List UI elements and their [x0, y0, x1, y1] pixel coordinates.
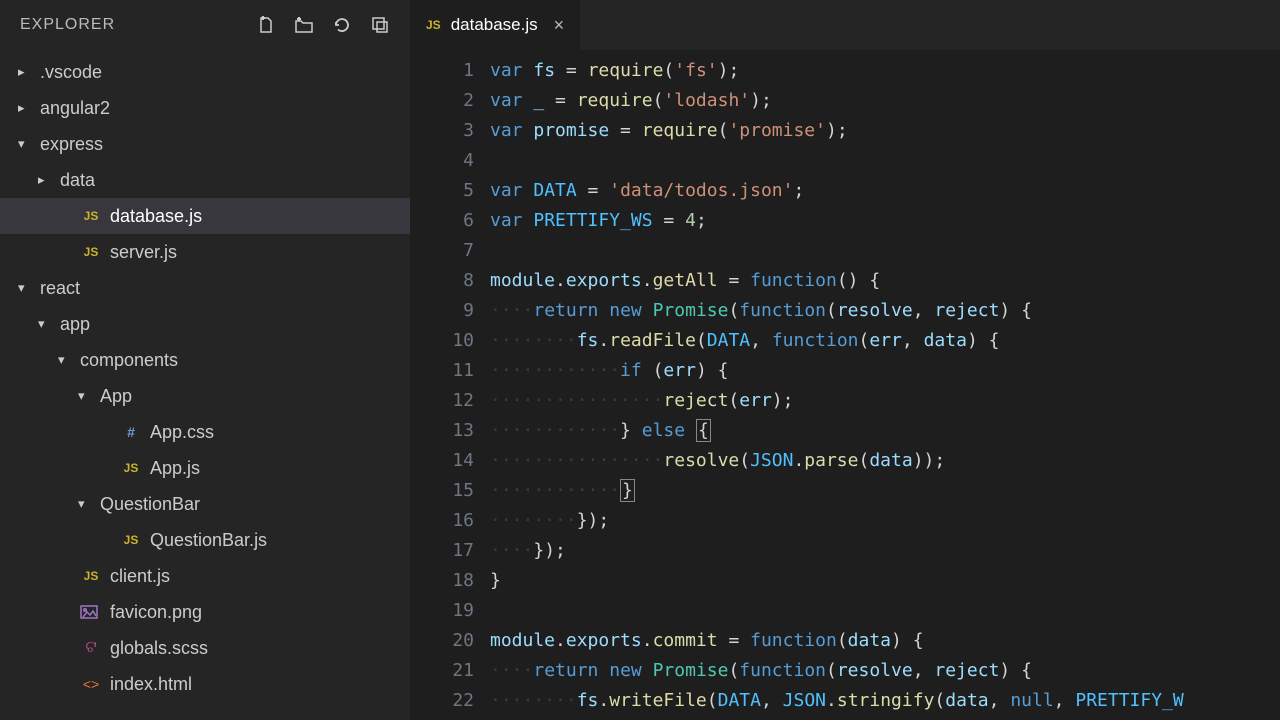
- tree-label: index.html: [110, 674, 192, 695]
- file-tree[interactable]: ▸ .vscode ▸ angular2 ▾ express ▸ data JSdatabase…: [0, 50, 410, 720]
- line-number: 6: [410, 206, 474, 236]
- folder-app[interactable]: ▾ App: [0, 378, 410, 414]
- explorer-actions: [256, 15, 390, 35]
- tree-label: QuestionBar: [100, 494, 200, 515]
- explorer-header: EXPLORER: [0, 0, 410, 50]
- line-number: 12: [410, 386, 474, 416]
- tree-label: react: [40, 278, 80, 299]
- tree-label: express: [40, 134, 103, 155]
- tree-label: QuestionBar.js: [150, 530, 267, 551]
- file-app.js[interactable]: JSApp.js: [0, 450, 410, 486]
- editor-area: JS database.js × 12345678910111213141516…: [410, 0, 1280, 720]
- collapse-all-icon[interactable]: [370, 15, 390, 35]
- line-number: 17: [410, 536, 474, 566]
- line-number: 3: [410, 116, 474, 146]
- tree-label: globals.scss: [110, 638, 208, 659]
- new-folder-icon[interactable]: [294, 15, 314, 35]
- tab-database-js[interactable]: JS database.js ×: [410, 0, 580, 50]
- file-client.js[interactable]: JSclient.js: [0, 558, 410, 594]
- line-number: 1: [410, 56, 474, 86]
- line-number: 8: [410, 266, 474, 296]
- tree-label: favicon.png: [110, 602, 202, 623]
- file-server.js[interactable]: JSserver.js: [0, 234, 410, 270]
- explorer-sidebar: EXPLORER ▸ .vscode ▸ angular2 ▾ express ▸ data J…: [0, 0, 410, 720]
- new-file-icon[interactable]: [256, 15, 276, 35]
- chevron-down-icon: ▾: [78, 496, 92, 512]
- chevron-right-icon: ▸: [18, 100, 32, 116]
- chevron-right-icon: ▸: [18, 64, 32, 80]
- tree-label: data: [60, 170, 95, 191]
- folder-express[interactable]: ▾ express: [0, 126, 410, 162]
- tree-label: components: [80, 350, 178, 371]
- tab-filename: database.js: [451, 15, 538, 35]
- line-number: 11: [410, 356, 474, 386]
- close-icon[interactable]: ×: [554, 15, 565, 36]
- file-globals.scss[interactable]: ଟglobals.scss: [0, 630, 410, 666]
- line-number-gutter: 12345678910111213141516171819202122: [410, 56, 490, 720]
- tab-bar: JS database.js ×: [410, 0, 1280, 50]
- line-number: 14: [410, 446, 474, 476]
- line-number: 7: [410, 236, 474, 266]
- tree-label: app: [60, 314, 90, 335]
- file-favicon.png[interactable]: favicon.png: [0, 594, 410, 630]
- line-number: 20: [410, 626, 474, 656]
- folder-components[interactable]: ▾ components: [0, 342, 410, 378]
- explorer-title: EXPLORER: [20, 16, 115, 34]
- code-content[interactable]: var fs = require('fs');var _ = require('…: [490, 56, 1280, 720]
- chevron-down-icon: ▾: [58, 352, 72, 368]
- refresh-icon[interactable]: [332, 15, 352, 35]
- folder-angular2[interactable]: ▸ angular2: [0, 90, 410, 126]
- tree-label: client.js: [110, 566, 170, 587]
- line-number: 15: [410, 476, 474, 506]
- line-number: 2: [410, 86, 474, 116]
- line-number: 10: [410, 326, 474, 356]
- chevron-down-icon: ▾: [78, 388, 92, 404]
- code-editor[interactable]: 12345678910111213141516171819202122 var …: [410, 50, 1280, 720]
- line-number: 18: [410, 566, 474, 596]
- tree-label: .vscode: [40, 62, 102, 83]
- chevron-down-icon: ▾: [18, 280, 32, 296]
- chevron-down-icon: ▾: [38, 316, 52, 332]
- tree-label: App.css: [150, 422, 214, 443]
- line-number: 21: [410, 656, 474, 686]
- tree-label: App: [100, 386, 132, 407]
- line-number: 5: [410, 176, 474, 206]
- line-number: 16: [410, 506, 474, 536]
- folder-data[interactable]: ▸ data: [0, 162, 410, 198]
- chevron-right-icon: ▸: [38, 172, 52, 188]
- file-index.html[interactable]: <>index.html: [0, 666, 410, 702]
- file-database.js[interactable]: JSdatabase.js: [0, 198, 410, 234]
- line-number: 13: [410, 416, 474, 446]
- line-number: 19: [410, 596, 474, 626]
- tree-label: angular2: [40, 98, 110, 119]
- folder-.vscode[interactable]: ▸ .vscode: [0, 54, 410, 90]
- line-number: 9: [410, 296, 474, 326]
- js-icon: JS: [426, 18, 441, 32]
- folder-react[interactable]: ▾ react: [0, 270, 410, 306]
- line-number: 22: [410, 686, 474, 716]
- tree-label: database.js: [110, 206, 202, 227]
- folder-questionbar[interactable]: ▾ QuestionBar: [0, 486, 410, 522]
- file-app.css[interactable]: #App.css: [0, 414, 410, 450]
- chevron-down-icon: ▾: [18, 136, 32, 152]
- tree-label: App.js: [150, 458, 200, 479]
- line-number: 4: [410, 146, 474, 176]
- file-questionbar.js[interactable]: JSQuestionBar.js: [0, 522, 410, 558]
- tree-label: server.js: [110, 242, 177, 263]
- folder-app[interactable]: ▾ app: [0, 306, 410, 342]
